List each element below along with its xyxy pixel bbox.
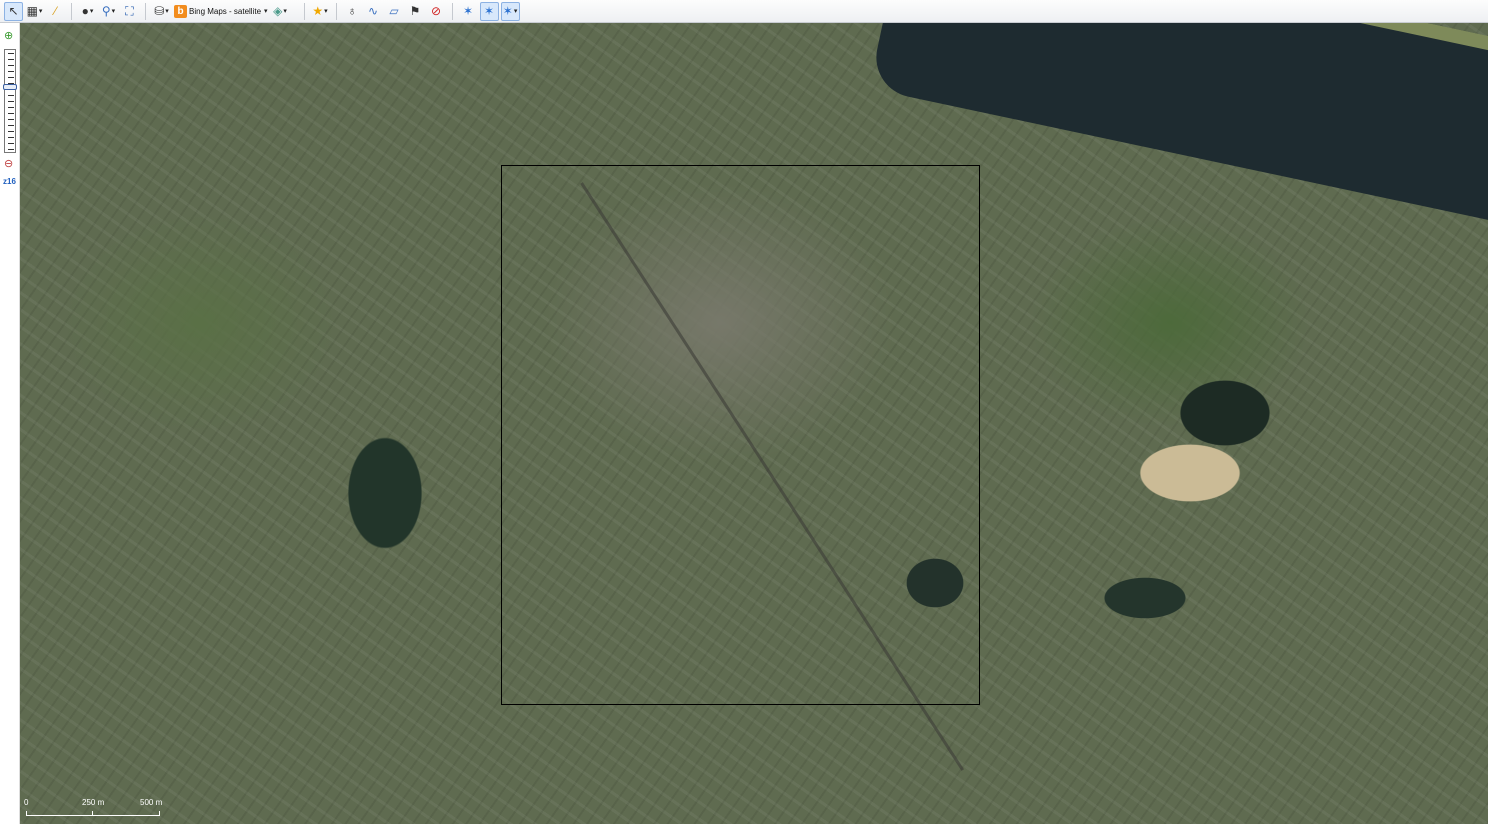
map-layer-dropdown[interactable]: b Bing Maps - satellite ▾: [173, 2, 269, 21]
separator: [303, 2, 305, 20]
select-area-button[interactable]: ▦ ▾: [25, 2, 44, 21]
zoom-level-label: z16: [3, 177, 16, 186]
add-placemark-button[interactable]: ♁: [343, 2, 362, 21]
add-path-button[interactable]: ∿: [364, 2, 383, 21]
bing-icon: b: [174, 4, 187, 18]
scale-end: 500 m: [140, 798, 163, 807]
separator: [335, 2, 337, 20]
globe-source-button[interactable]: ● ▾: [78, 2, 97, 21]
zoom-in-icon[interactable]: ⊕: [4, 29, 13, 42]
toolbar: ↖ ▦ ▾ ⁄ ● ▾ ⚲ ▾ ⛶ ⛁ ▾ b Bing Maps - satellit…: [0, 0, 1488, 23]
zoom-out-icon[interactable]: ⊖: [4, 157, 13, 170]
separator: [71, 2, 72, 20]
zoom-slider[interactable]: [3, 49, 17, 153]
satellite-dish-button[interactable]: ⛁ ▾: [152, 2, 171, 21]
zoom-sidebar: ⊕ ⊖ z16: [0, 23, 20, 824]
add-polygon-button[interactable]: ▱: [385, 2, 404, 21]
gps-track-button[interactable]: ✶: [479, 1, 499, 21]
ruler-button[interactable]: ⁄: [46, 2, 65, 21]
selection-rectangle[interactable]: [501, 165, 980, 705]
fullscreen-button[interactable]: ⛶: [120, 2, 139, 21]
satellite-map[interactable]: 0 250 m 500 m: [20, 23, 1488, 824]
zoom-slider-thumb[interactable]: [3, 84, 17, 90]
hide-marks-button[interactable]: ⊘: [427, 2, 446, 21]
gps-options-button[interactable]: ✶ ▾: [500, 1, 520, 21]
map-layer-label: Bing Maps - satellite: [189, 6, 262, 16]
separator: [145, 2, 146, 20]
pointer-tool-button[interactable]: ↖: [4, 1, 23, 21]
scale-zero: 0: [24, 798, 29, 807]
gps-off-button[interactable]: ✶: [459, 2, 478, 21]
scale-bar: 0 250 m 500 m: [24, 798, 164, 818]
search-button[interactable]: ⚲ ▾: [99, 2, 118, 21]
overlay-layers-button[interactable]: ◈ ▾: [271, 2, 290, 21]
separator: [451, 2, 453, 20]
marks-button[interactable]: ⚑: [406, 2, 425, 21]
favorites-star-button[interactable]: ★ ▾: [311, 2, 330, 21]
scale-mid: 250 m: [82, 798, 105, 807]
